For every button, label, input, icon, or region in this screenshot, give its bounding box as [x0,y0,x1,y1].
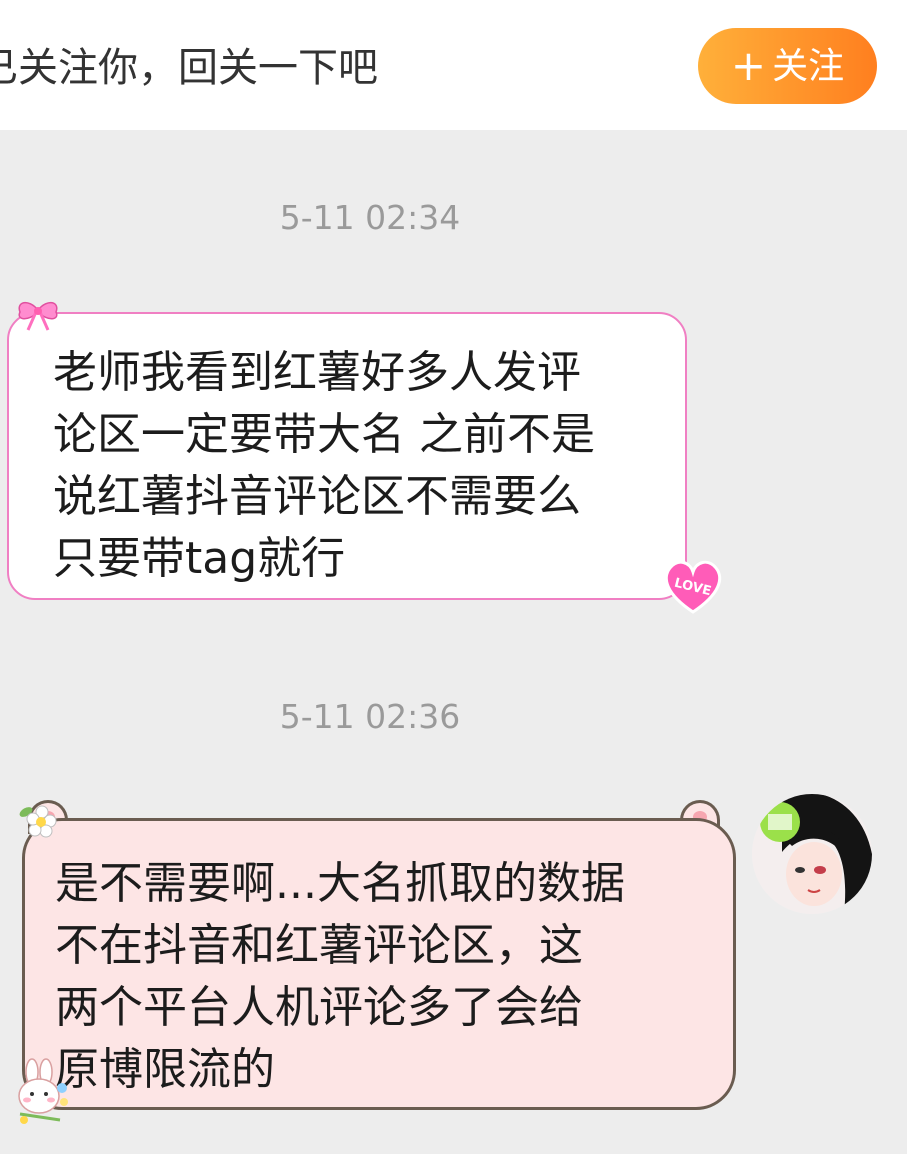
message-line: 两个平台人机评论多了会给 [55,982,583,1033]
outgoing-message-text: 是不需要啊...大名抓取的数据 不在抖音和红薯评论区，这 两个平台人机评论多了会… [55,853,715,1101]
follow-prompt: 已关注你，回关一下吧 [0,45,378,91]
message-line: 老师我看到红薯好多人发评 [53,347,581,398]
follow-button[interactable]: + 关注 [698,28,877,104]
message-line: 是不需要啊...大名抓取的数据 [55,858,625,909]
message-line: 只要带tag就行 [53,533,346,584]
follow-button-label: 关注 [772,46,845,87]
incoming-message-text: 老师我看到红薯好多人发评 论区一定要带大名 之前不是 说红薯抖音评论区不需要么 … [53,342,653,590]
outgoing-message-bubble[interactable]: 是不需要啊...大名抓取的数据 不在抖音和红薯评论区，这 两个平台人机评论多了会… [22,818,736,1110]
message-line: 说红薯抖音评论区不需要么 [53,471,581,522]
message-line: 原博限流的 [55,1044,275,1095]
message-line: 不在抖音和红薯评论区，这 [55,920,583,971]
bow-icon [18,301,58,331]
bunny-icon [18,1058,68,1124]
message-line: 论区一定要带大名 之前不是 [53,409,595,460]
message-timestamp: 5-11 02:36 [279,697,461,736]
avatar-image [752,794,872,914]
incoming-message-bubble[interactable]: 老师我看到红薯好多人发评 论区一定要带大名 之前不是 说红薯抖音评论区不需要么 … [7,312,687,600]
plus-icon: + [730,41,767,90]
love-heart-icon: LOVE [664,560,722,614]
avatar[interactable] [752,794,872,914]
message-timestamp: 5-11 02:34 [279,198,461,237]
follow-banner: 已关注你，回关一下吧 + 关注 [0,0,907,130]
flower-icon [19,805,57,838]
